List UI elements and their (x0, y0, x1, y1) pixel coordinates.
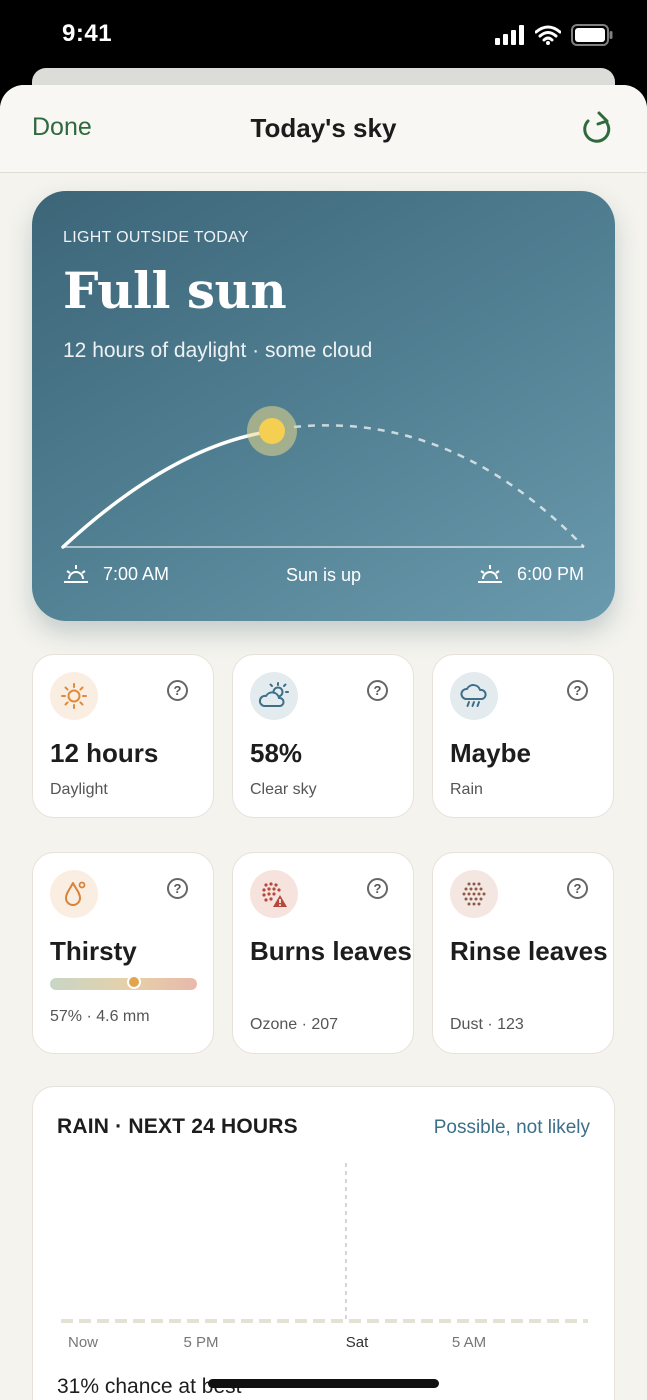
tile-value: Maybe (450, 738, 531, 768)
rain-chart: Now 5 PM Sat 5 AM (61, 1163, 588, 1351)
sunset-label: 6:00 PM (516, 563, 584, 584)
x-tick-label: Now (68, 1334, 98, 1351)
tile-label: Daylight (50, 781, 108, 798)
x-tick-label: 5 PM (183, 1334, 218, 1351)
sun-path-arc (61, 406, 585, 549)
daylight-tile[interactable]: ? 12 hours Daylight (32, 654, 214, 818)
status-icons (495, 24, 613, 46)
thirsty-tile[interactable]: ? Thirsty 57% · 4.6 mm (32, 852, 214, 1054)
x-tick-label: Sat (346, 1334, 369, 1351)
moisture-level-marker (126, 975, 141, 989)
light-summary-card: LIGHT OUTSIDE TODAY Full sun 12 hours of… (32, 191, 615, 621)
hero-subtitle: 12 hours of daylight · some cloud (63, 339, 373, 362)
dust-icon (450, 870, 498, 918)
ozone-tile[interactable]: ? Burns leaves Ozone · 207 (232, 852, 414, 1054)
nav-bar: Done Today's sky (0, 85, 647, 173)
home-indicator[interactable] (208, 1379, 439, 1388)
dust-tile[interactable]: ? Rinse leaves Dust · 123 (432, 852, 614, 1054)
wifi-icon (535, 25, 561, 45)
sky-sheet: Done Today's sky LIGHT OUTSIDE TODAY Ful… (0, 85, 647, 1400)
tile-value: 58% (250, 738, 303, 768)
help-icon[interactable]: ? (567, 878, 588, 899)
help-icon[interactable]: ? (367, 680, 388, 701)
cellular-signal-icon (495, 25, 524, 45)
rain-cloud-icon (450, 672, 498, 720)
hero-footer: 7:00 AM Sun is up 6:00 PM (63, 563, 584, 593)
tile-label: Rain (450, 781, 483, 798)
sun-icon (50, 672, 98, 720)
status-bar: 9:41 (0, 0, 647, 70)
rain-status[interactable]: Possible, not likely (434, 1117, 590, 1139)
tile-label: Dust · 123 (450, 1016, 524, 1033)
rain-tile[interactable]: ? Maybe Rain (432, 654, 614, 818)
status-time: 9:41 (62, 20, 113, 47)
water-drop-icon (50, 870, 98, 918)
hero-eyebrow: LIGHT OUTSIDE TODAY (63, 229, 249, 246)
sun-position-icon (259, 418, 285, 444)
rain-title: RAIN · NEXT 24 HOURS (57, 1115, 298, 1138)
tile-value: Rinse leaves (450, 936, 608, 966)
tile-label: Ozone · 207 (250, 1016, 339, 1033)
tile-value: Thirsty (50, 936, 137, 966)
sunset-time: 6:00 PM (477, 563, 584, 585)
help-icon[interactable]: ? (567, 680, 588, 701)
page-title: Today's sky (250, 113, 397, 143)
moisture-bar (50, 975, 197, 990)
sunset-icon (477, 565, 502, 583)
clear-sky-tile[interactable]: ? 58% Clear sky (232, 654, 414, 818)
help-icon[interactable]: ? (167, 878, 188, 899)
tile-value: 12 hours (50, 738, 159, 768)
refresh-icon[interactable] (579, 109, 615, 149)
x-tick-label: 5 AM (452, 1334, 486, 1351)
help-icon[interactable]: ? (167, 680, 188, 701)
battery-icon (571, 24, 613, 46)
tile-label: Clear sky (250, 781, 317, 798)
partly-cloudy-icon (250, 672, 298, 720)
sun-path-elapsed (61, 429, 274, 549)
help-icon[interactable]: ? (367, 878, 388, 899)
sun-path-remaining (293, 424, 585, 548)
hero-title: Full sun (63, 261, 287, 320)
tile-value: Burns leaves (250, 936, 412, 966)
tile-label: 57% · 4.6 mm (50, 1008, 150, 1025)
rain-forecast-card: RAIN · NEXT 24 HOURS Possible, not likel… (32, 1086, 615, 1400)
ozone-warning-icon (250, 870, 298, 918)
